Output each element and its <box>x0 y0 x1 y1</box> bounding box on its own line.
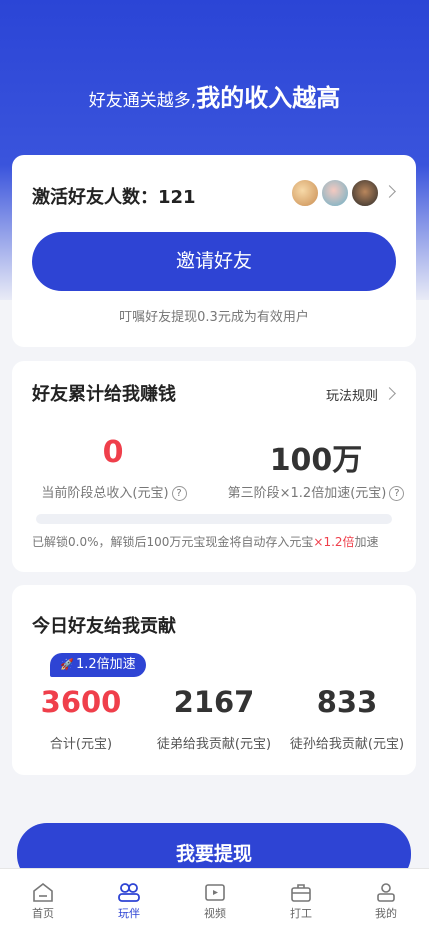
boost-badge-text: 1.2倍加速 <box>76 657 136 672</box>
video-icon <box>205 884 225 901</box>
tab-friends[interactable]: 玩伴 <box>86 869 172 925</box>
current-income-label-text: 当前阶段总收入(元宝) <box>41 486 169 501</box>
target-income-value: 100万 <box>269 443 363 478</box>
help-icon[interactable]: ? <box>389 486 405 501</box>
tab-home-label: 首页 <box>32 907 54 920</box>
active-friends-count: 激活好友人数：121 <box>32 187 196 208</box>
total-contribution-label: 合计(元宝) <box>49 737 113 752</box>
tab-profile-label: 我的 <box>375 907 397 920</box>
target-income-label-text: 第三阶段×1.2倍加速(元宝) <box>227 486 387 501</box>
profile-icon <box>377 883 395 902</box>
tab-profile[interactable]: 我的 <box>343 869 429 925</box>
disciple-contribution-label: 徒弟给我贡献(元宝) <box>156 737 272 752</box>
invite-card: 激活好友人数：121 邀请好友 叮嘱好友提现0.3元成为有效用户 <box>12 155 416 347</box>
earnings-title: 好友累计给我赚钱 <box>32 384 176 405</box>
hero-title-small: 好友通关越多, <box>88 91 197 111</box>
rocket-icon: 🚀 <box>60 658 74 671</box>
current-income-label: 当前阶段总收入(元宝)? <box>26 482 202 501</box>
grand-disciple-contribution-label: 徒孙给我贡献(元宝) <box>289 737 405 752</box>
help-icon[interactable]: ? <box>171 486 187 501</box>
tab-home[interactable]: 首页 <box>0 869 86 925</box>
avatar <box>320 178 350 208</box>
unlock-note-suffix: 加速 <box>354 535 379 549</box>
grand-disciple-contribution-value: 833 <box>316 685 378 719</box>
briefcase-icon <box>291 884 311 902</box>
earnings-card: 好友累计给我赚钱 玩法规则 0 100万 当前阶段总收入(元宝)? 第三阶段×1… <box>12 361 416 572</box>
avatar <box>350 178 380 208</box>
rules-link[interactable]: 玩法规则 <box>326 385 378 404</box>
tab-work[interactable]: 打工 <box>258 869 344 925</box>
tab-video-label: 视频 <box>204 907 226 920</box>
bottom-tab-bar: 首页 玩伴 视频 打工 我的 <box>0 868 429 925</box>
target-income-label: 第三阶段×1.2倍加速(元宝)? <box>226 482 406 501</box>
boost-badge: 🚀 1.2倍加速 <box>50 653 146 677</box>
invite-friends-button[interactable]: 邀请好友 <box>32 232 396 291</box>
unlock-progress-bar <box>36 514 392 524</box>
hero-title: 好友通关越多,我的收入越高 <box>0 78 429 113</box>
hero-title-big: 我的收入越高 <box>196 84 341 112</box>
chevron-right-icon[interactable] <box>383 185 396 198</box>
friend-avatars[interactable] <box>290 178 380 208</box>
today-contribution-card: 今日好友给我贡献 🚀 1.2倍加速 3600 2167 833 合计(元宝) 徒弟… <box>12 585 416 775</box>
current-income-value: 0 <box>102 435 124 470</box>
total-contribution-value: 3600 <box>40 685 122 719</box>
tab-work-label: 打工 <box>290 907 312 920</box>
friends-icon <box>118 883 140 902</box>
invite-note: 叮嘱好友提现0.3元成为有效用户 <box>119 310 309 325</box>
disciple-contribution-value: 2167 <box>173 685 255 719</box>
unlock-note: 已解锁0.0%，解锁后100万元宝现金将自动存入元宝×1.2倍加速 <box>32 533 379 550</box>
unlock-note-highlight: ×1.2倍 <box>313 535 355 549</box>
today-contribution-title: 今日好友给我贡献 <box>32 616 176 637</box>
tab-friends-label: 玩伴 <box>118 907 140 920</box>
tab-video[interactable]: 视频 <box>172 869 258 925</box>
chevron-right-icon[interactable] <box>383 387 396 400</box>
home-icon <box>33 882 53 902</box>
avatar <box>290 178 320 208</box>
unlock-note-text: 已解锁0.0%，解锁后100万元宝现金将自动存入元宝 <box>32 535 314 549</box>
